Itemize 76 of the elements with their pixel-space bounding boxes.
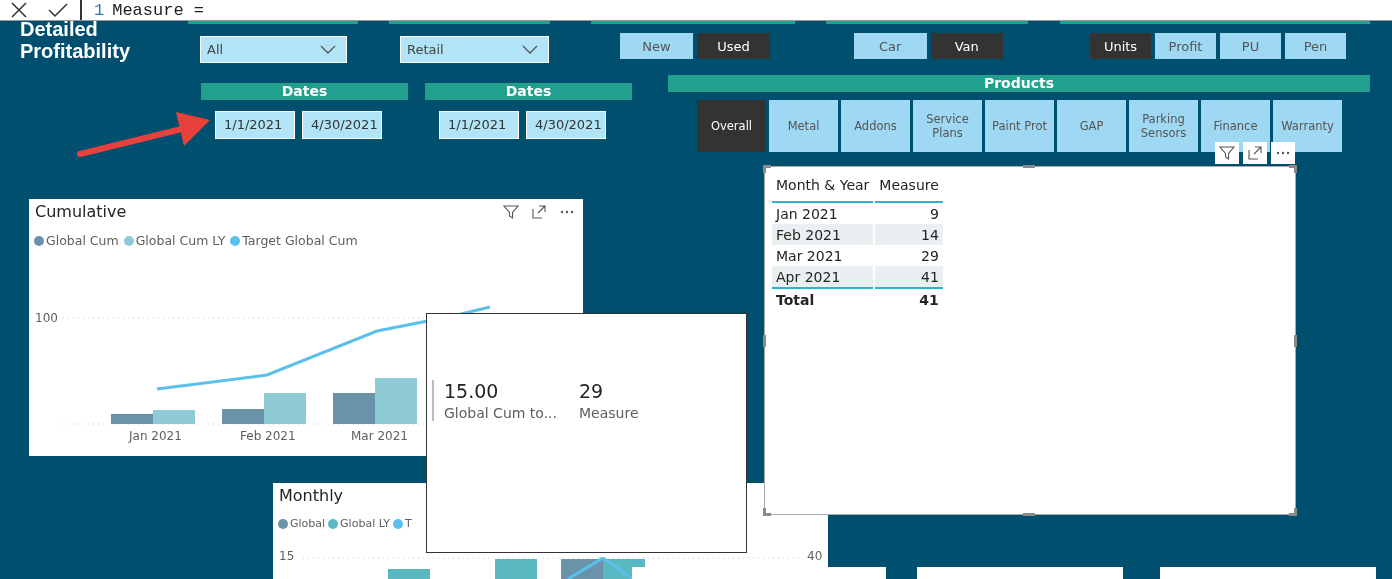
chevron-down-icon [522, 44, 538, 55]
table-cell: 41 [875, 266, 943, 287]
filter-icon[interactable] [503, 204, 519, 220]
slicer-button[interactable]: Profit [1155, 33, 1216, 59]
product-tile[interactable]: Addons [841, 100, 910, 152]
tooltip-value: 15.00 [444, 380, 500, 402]
date-field[interactable]: 4/30/2021 [302, 111, 382, 139]
slicer-button[interactable]: PU [1220, 33, 1281, 59]
close-icon[interactable] [10, 1, 28, 19]
total-cell: Total [772, 287, 874, 310]
product-tile[interactable]: Metal [769, 100, 838, 152]
slicer-button[interactable]: Car [854, 33, 927, 59]
product-tile[interactable]: Service Plans [913, 100, 982, 152]
line-number: 1 [94, 0, 105, 20]
table-cell-text: Mar 2021 [775, 246, 844, 266]
slicer-button[interactable]: Van [930, 33, 1003, 59]
resize-handle[interactable] [1023, 165, 1035, 168]
report-title: Detailed [20, 18, 99, 40]
table-cell-text: Jan 2021 [774, 204, 839, 224]
bar [111, 414, 153, 424]
legend-label: Global Cum [46, 233, 119, 248]
check-icon[interactable] [48, 2, 68, 18]
table-cell: 14 [875, 224, 943, 245]
product-tile[interactable]: Parking Sensors [1129, 100, 1198, 152]
product-tile[interactable]: Warranty [1273, 100, 1342, 152]
column-header[interactable]: Measure [875, 173, 943, 203]
legend-label: Global Cum LY [135, 233, 226, 248]
product-tile[interactable]: Overall [697, 100, 766, 152]
legend-label: Target Global Cum [242, 233, 358, 248]
axis-tick: 100 [35, 311, 58, 325]
report-title: Profitability [20, 40, 130, 62]
date-field[interactable]: 4/30/2021 [526, 111, 606, 139]
resize-handle[interactable] [1294, 335, 1297, 347]
tooltip-label: Global Cum to... [444, 405, 558, 421]
focus-mode-icon[interactable] [1247, 145, 1263, 161]
formula-text[interactable]: Measure = [112, 0, 205, 20]
tooltip-value: 29 [579, 380, 605, 402]
slicer-header: Dates [425, 83, 632, 100]
date-field[interactable]: 1/1/2021 [439, 111, 519, 139]
legend-label: Global [290, 517, 326, 530]
resize-handle[interactable] [763, 335, 766, 347]
axis-tick: 15 [279, 549, 295, 563]
bar [495, 559, 537, 579]
legend-label: T [405, 517, 412, 530]
total-cell: 41 [875, 287, 943, 310]
chart-title: Cumulative [35, 202, 127, 221]
slicer-button[interactable]: New [620, 33, 693, 59]
line-series [567, 557, 634, 579]
product-tile[interactable]: GAP [1057, 100, 1126, 152]
column-header[interactable]: Month & Year [772, 173, 874, 203]
dropdown[interactable]: All [200, 36, 347, 63]
legend-label: Global LY [340, 517, 391, 530]
table-cell: Feb 2021 [772, 224, 874, 245]
axis-label: Feb 2021 [240, 429, 296, 443]
axis-label: Mar 2021 [351, 429, 408, 443]
resize-handle[interactable] [1023, 513, 1035, 516]
bar [388, 569, 430, 579]
table-cell: Apr 2021 [772, 266, 874, 287]
table-cell-text: 29 [920, 246, 940, 266]
bar [153, 410, 195, 424]
slicer-button[interactable]: Pen [1285, 33, 1346, 59]
dropdown[interactable]: Retail [400, 36, 549, 63]
product-tile[interactable]: Paint Prot [985, 100, 1054, 152]
chevron-down-icon [320, 44, 336, 55]
slicer-button[interactable]: Units [1090, 33, 1151, 59]
date-field[interactable]: 1/1/2021 [215, 111, 295, 139]
table-cell-text: 9 [928, 204, 940, 224]
filter-icon[interactable] [1219, 145, 1235, 161]
tooltip-label: Measure [579, 405, 639, 421]
section-header: Products [668, 75, 1370, 92]
focus-mode-icon[interactable] [531, 204, 547, 220]
axis-label: Jan 2021 [129, 429, 182, 443]
axis-tick: 40 [807, 549, 823, 563]
slicer-button[interactable]: Used [697, 33, 770, 59]
slicer-header: Dates [201, 83, 408, 100]
chart-title: Monthly [279, 486, 344, 505]
